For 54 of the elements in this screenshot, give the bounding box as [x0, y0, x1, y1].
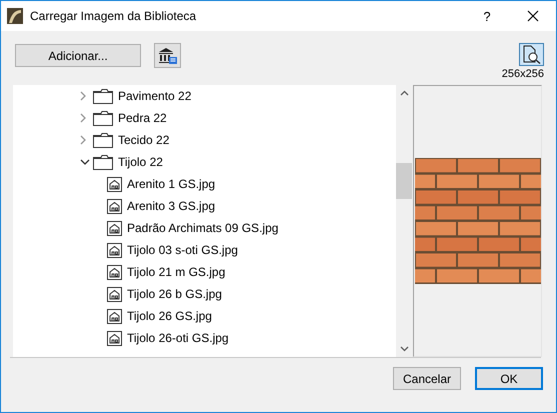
folder-name: Tecido 22 — [118, 133, 170, 147]
file-row[interactable]: Tijolo 26 GS.jpg — [13, 305, 396, 327]
library-building-icon — [158, 46, 178, 64]
image-file-icon — [107, 308, 122, 324]
image-file-icon — [107, 264, 122, 280]
file-name: Tijolo 03 s-oti GS.jpg — [127, 243, 238, 257]
add-button[interactable]: Adicionar... — [15, 44, 141, 67]
image-file-icon — [107, 242, 122, 258]
file-row[interactable]: Tijolo 26 b GS.jpg — [13, 283, 396, 305]
folder-name: Pedra 22 — [118, 111, 167, 125]
image-file-icon — [107, 330, 122, 346]
file-row[interactable]: Tijolo 03 s-oti GS.jpg — [13, 239, 396, 261]
folder-icon — [93, 110, 113, 126]
help-button[interactable]: ? — [464, 8, 510, 24]
image-file-icon — [107, 220, 122, 236]
folder-icon — [93, 132, 113, 148]
file-name: Tijolo 26 b GS.jpg — [127, 287, 222, 301]
image-file-icon — [107, 198, 122, 214]
cancel-button[interactable]: Cancelar — [393, 367, 461, 390]
file-name: Arenito 3 GS.jpg — [127, 199, 216, 213]
resolution-label: 256x256 — [502, 68, 544, 80]
file-row[interactable]: Arenito 1 GS.jpg — [13, 173, 396, 195]
folder-icon — [93, 154, 113, 170]
file-row[interactable]: Tijolo 21 m GS.jpg — [13, 261, 396, 283]
folder-row[interactable]: Tecido 22 — [13, 129, 396, 151]
folder-row[interactable]: Pedra 22 — [13, 107, 396, 129]
file-name: Arenito 1 GS.jpg — [127, 177, 216, 191]
folder-icon — [93, 88, 113, 104]
preview-toggle-button[interactable] — [519, 43, 544, 66]
file-name: Tijolo 26 GS.jpg — [127, 309, 212, 323]
library-button[interactable] — [154, 43, 181, 68]
file-name: Padrão Archimats 09 GS.jpg — [127, 221, 278, 235]
folder-name: Pavimento 22 — [118, 89, 192, 103]
folder-row[interactable]: Pavimento 22 — [13, 85, 396, 107]
chevron-right-icon[interactable] — [80, 135, 87, 145]
close-icon — [527, 10, 539, 22]
folder-row[interactable]: Tijolo 22 — [13, 151, 396, 173]
chevron-right-icon[interactable] — [80, 91, 87, 101]
file-row[interactable]: Arenito 3 GS.jpg — [13, 195, 396, 217]
file-name: Tijolo 26-oti GS.jpg — [127, 331, 229, 345]
chevron-right-icon[interactable] — [80, 113, 87, 123]
folder-name: Tijolo 22 — [118, 155, 163, 169]
app-logo-icon — [7, 8, 23, 24]
file-name: Tijolo 21 m GS.jpg — [127, 265, 226, 279]
scrollbar-thumb[interactable] — [396, 163, 412, 199]
image-file-icon — [107, 286, 122, 302]
file-row[interactable]: Padrão Archimats 09 GS.jpg — [13, 217, 396, 239]
file-row[interactable]: Tijolo 26-oti GS.jpg — [13, 327, 396, 349]
window-title: Carregar Imagem da Biblioteca — [30, 9, 198, 23]
scrollbar[interactable] — [396, 85, 412, 357]
document-search-icon — [522, 45, 541, 64]
ok-button[interactable]: OK — [475, 367, 543, 390]
image-file-icon — [107, 176, 122, 192]
chevron-down-icon[interactable] — [80, 158, 90, 166]
